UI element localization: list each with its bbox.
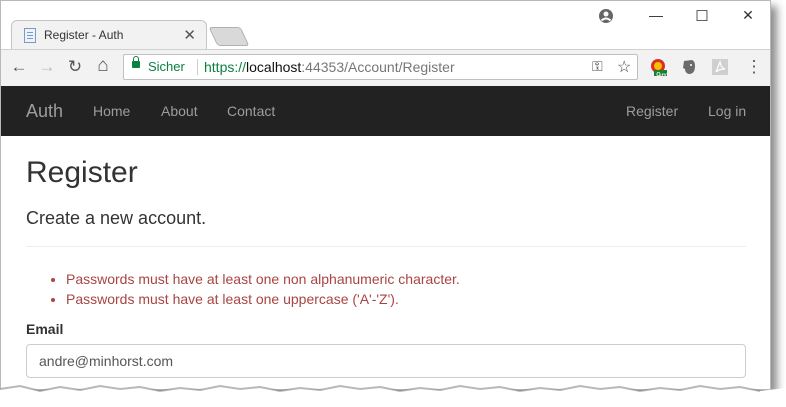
url-text[interactable]: https://localhost:44353/Account/Register bbox=[204, 59, 455, 75]
nav-about-link[interactable]: About bbox=[161, 103, 198, 119]
nav-register-link[interactable]: Register bbox=[626, 103, 678, 119]
key-icon[interactable]: ⚿ bbox=[592, 58, 603, 75]
nav-contact-link[interactable]: Contact bbox=[227, 103, 275, 119]
page-subtitle: Create a new account. bbox=[26, 208, 207, 228]
omnibox-separator bbox=[197, 59, 198, 75]
home-button[interactable]: ⌂ bbox=[92, 55, 114, 77]
tab-title: Register - Auth bbox=[44, 28, 124, 42]
validation-error: Passwords must have at least one non alp… bbox=[66, 269, 460, 289]
validation-error: Passwords must have at least one upperca… bbox=[66, 289, 460, 309]
tab-close-icon[interactable]: ✕ bbox=[183, 26, 196, 44]
minimize-button[interactable]: — bbox=[644, 7, 668, 23]
reload-button[interactable]: ↻ bbox=[64, 57, 86, 77]
email-input[interactable] bbox=[26, 344, 746, 378]
maximize-button[interactable]: ☐ bbox=[690, 7, 714, 25]
browser-toolbar: ← → ↻ ⌂ Sicher https://localhost:44353/A… bbox=[1, 49, 770, 86]
navbar-brand[interactable]: Auth bbox=[26, 101, 63, 122]
pdf-icon[interactable] bbox=[711, 58, 729, 76]
forward-button[interactable]: → bbox=[36, 57, 58, 77]
profile-icon[interactable] bbox=[598, 8, 614, 24]
validation-summary: Passwords must have at least one non alp… bbox=[26, 269, 460, 309]
back-button[interactable]: ← bbox=[8, 57, 30, 77]
email-label: Email bbox=[26, 321, 64, 337]
page-title: Register bbox=[26, 156, 138, 189]
torn-edge bbox=[0, 384, 786, 407]
lock-icon bbox=[132, 56, 140, 68]
secure-label: Sicher bbox=[148, 59, 185, 74]
nav-login-link[interactable]: Log in bbox=[708, 103, 746, 119]
browser-tab[interactable]: Register - Auth ✕ bbox=[11, 20, 207, 50]
browser-menu-button[interactable]: ⋮ bbox=[743, 57, 765, 77]
bookmark-star-icon[interactable]: ☆ bbox=[617, 57, 631, 77]
svg-text:9m: 9m bbox=[656, 71, 667, 76]
extension-timer-icon[interactable]: 9m bbox=[649, 58, 667, 76]
divider bbox=[26, 246, 746, 247]
new-tab-button[interactable] bbox=[208, 27, 250, 46]
site-navbar: Auth Home About Contact Register Log in bbox=[1, 86, 770, 136]
address-bar[interactable]: Sicher https://localhost:44353/Account/R… bbox=[123, 54, 638, 80]
evernote-icon[interactable] bbox=[680, 58, 698, 76]
nav-home-link[interactable]: Home bbox=[93, 103, 130, 119]
browser-window: Register - Auth ✕ — ☐ ✕ ← → ↻ ⌂ Sicher h… bbox=[0, 0, 771, 390]
title-bar: Register - Auth ✕ — ☐ ✕ bbox=[1, 1, 770, 50]
page-favicon-icon bbox=[24, 28, 36, 43]
close-window-button[interactable]: ✕ bbox=[736, 7, 760, 24]
